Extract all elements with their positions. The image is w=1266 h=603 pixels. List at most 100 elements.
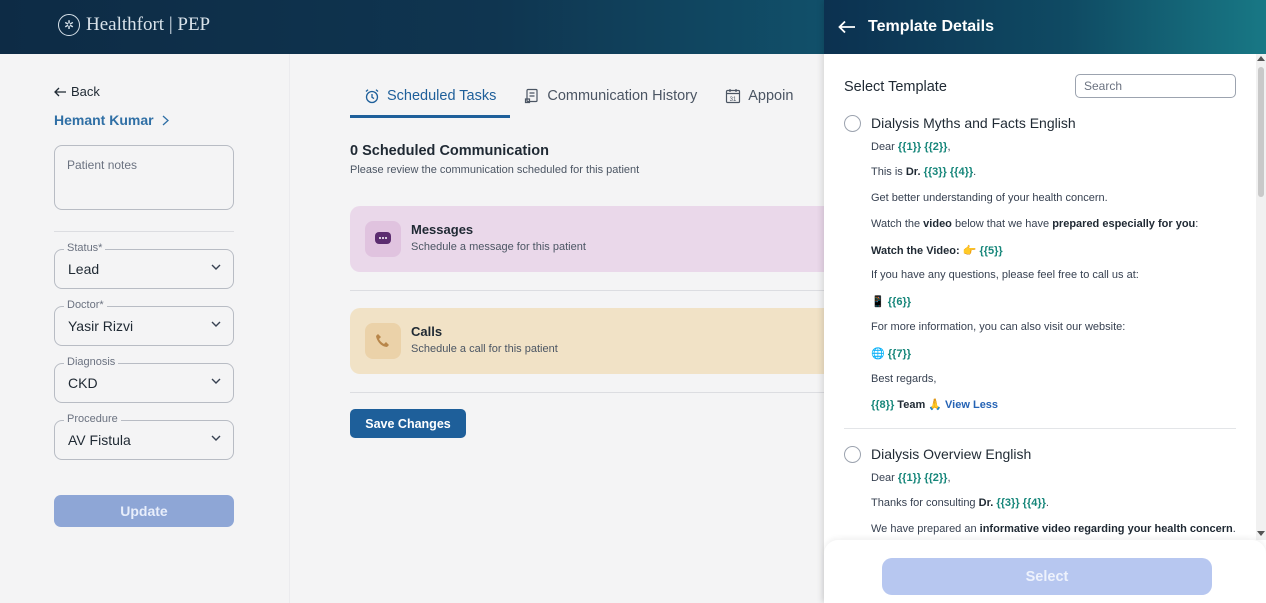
template-line: Dear {{1}} {{2}}, <box>871 141 951 153</box>
line-bold-text: Team <box>894 399 929 411</box>
template-variable: {{3}} {{4}} <box>996 497 1046 509</box>
status-value: Lead <box>68 261 100 277</box>
chevron-down-icon <box>211 321 221 327</box>
folded-hands-icon: 🙏 <box>928 399 942 411</box>
template-list: Dialysis Myths and Facts English Dear {{… <box>824 108 1256 540</box>
tab-scheduled-tasks[interactable]: Scheduled Tasks <box>350 82 511 118</box>
template-variable: {{3}} {{4}} <box>923 166 974 178</box>
messages-card[interactable]: Messages Schedule a message for this pat… <box>350 206 850 272</box>
drawer-title: Template Details <box>868 18 994 35</box>
brand-name: Healthfort | PEP <box>86 14 211 35</box>
tab-appointments[interactable]: 31 Appoin <box>711 82 807 118</box>
divider <box>350 290 850 291</box>
arrow-left-icon <box>54 87 66 96</box>
template-name: Dialysis Overview English <box>871 446 1032 462</box>
template-line: Watch the video below that we have prepa… <box>871 218 1198 230</box>
tab-label: Scheduled Tasks <box>387 88 497 104</box>
template-variable: {{1}} {{2}} <box>897 141 948 153</box>
arrow-left-icon[interactable] <box>838 20 856 34</box>
line-bold-text: Watch the Video: <box>871 245 960 257</box>
save-changes-button[interactable]: Save Changes <box>350 409 466 438</box>
scrollbar-thumb[interactable] <box>1258 67 1264 197</box>
doctor-select[interactable]: Doctor* Yasir Rizvi <box>54 299 234 346</box>
calendar-icon: 31 <box>726 89 741 104</box>
line-text: . <box>973 166 977 178</box>
doctor-label: Doctor* <box>64 299 107 311</box>
chevron-down-icon <box>211 378 221 384</box>
back-link[interactable]: Back <box>54 84 100 99</box>
template-variable: {{6}} <box>887 296 912 308</box>
history-log-icon <box>525 88 538 104</box>
divider <box>844 428 1236 429</box>
line-text: : <box>1195 218 1199 230</box>
alarm-clock-icon <box>365 89 379 104</box>
card-subtitle: Schedule a call for this patient <box>411 343 558 355</box>
line-bold-text: prepared especially for you <box>1052 218 1196 230</box>
calendar-day: 31 <box>730 97 737 103</box>
view-less-link[interactable]: View Less <box>945 399 998 411</box>
divider <box>350 392 850 393</box>
calls-card[interactable]: Calls Schedule a call for this patient <box>350 308 850 374</box>
status-select[interactable]: Status* Lead <box>54 242 234 289</box>
phone-icon <box>365 323 401 359</box>
select-button[interactable]: Select <box>882 558 1212 595</box>
chevron-down-icon <box>211 435 221 441</box>
line-text: Dear <box>871 141 898 153</box>
patient-sidebar: Back Hemant Kumar Patient notes Status* … <box>0 54 290 603</box>
procedure-label: Procedure <box>64 413 121 425</box>
tab-bar: Scheduled Tasks Communication History 31… <box>350 82 807 118</box>
line-bold-text: Dr. <box>905 166 921 178</box>
template-line: If you have any questions, please feel f… <box>871 269 1139 281</box>
search-input[interactable] <box>1075 74 1236 98</box>
line-text: Dear <box>871 472 898 484</box>
template-variable: {{5}} <box>979 245 1003 257</box>
update-button[interactable]: Update <box>54 495 234 527</box>
template-line: Thanks for consulting Dr. {{3}} {{4}}. <box>871 497 1049 509</box>
select-template-label: Select Template <box>844 79 947 95</box>
top-header: ✲ Healthfort | PEP <box>0 0 824 54</box>
line-text: . <box>1232 523 1236 535</box>
template-line: Get better understanding of your health … <box>871 192 1108 204</box>
diagnosis-value: CKD <box>68 375 98 391</box>
procedure-select[interactable]: Procedure AV Fistula <box>54 413 234 460</box>
card-subtitle: Schedule a message for this patient <box>411 241 586 253</box>
line-bold-text: Dr. <box>978 497 994 509</box>
line-text: , <box>947 141 951 153</box>
diagnosis-select[interactable]: Diagnosis CKD <box>54 356 234 403</box>
main-content: Scheduled Tasks Communication History 31… <box>290 54 850 603</box>
template-line: 📱 {{6}} <box>871 295 911 308</box>
template-variable: {{1}} {{2}} <box>897 472 948 484</box>
scroll-down-arrow-icon[interactable] <box>1257 531 1265 536</box>
template-radio[interactable] <box>844 115 861 132</box>
brand[interactable]: ✲ Healthfort | PEP <box>58 14 210 36</box>
divider <box>54 231 234 232</box>
template-line: {{8}} Team 🙏 View Less <box>871 398 998 411</box>
drawer-footer: Select <box>824 540 1266 603</box>
scroll-up-arrow-icon[interactable] <box>1257 56 1265 61</box>
chat-bubble-icon <box>365 221 401 257</box>
diagnosis-label: Diagnosis <box>64 356 119 368</box>
drawer-header: Template Details <box>824 0 1266 54</box>
tab-communication-history[interactable]: Communication History <box>510 82 711 118</box>
tab-label: Appoin <box>748 88 794 104</box>
patient-notes-textarea[interactable]: Patient notes <box>54 145 234 210</box>
card-title: Messages <box>411 222 474 237</box>
globe-icon: 🌐 <box>871 348 885 360</box>
line-text: . <box>1045 497 1049 509</box>
template-line: Best regards, <box>871 373 937 385</box>
template-variable: {{7}} <box>887 348 912 360</box>
pointing-hand-icon: 👉 <box>962 245 977 257</box>
tab-label: Communication History <box>547 88 698 104</box>
template-radio[interactable] <box>844 446 861 463</box>
mobile-phone-icon: 📱 <box>871 296 885 308</box>
status-label: Status* <box>64 242 106 254</box>
chevron-down-icon <box>211 264 221 270</box>
healthfort-logo-icon: ✲ <box>58 14 80 36</box>
line-text: Watch the <box>871 218 924 230</box>
template-line: Watch the Video: 👉 {{5}} <box>871 244 1003 257</box>
line-bold-text: video <box>923 218 952 230</box>
patient-name-link[interactable]: Hemant Kumar <box>54 112 169 128</box>
scheduled-subtitle: Please review the communication schedule… <box>350 164 640 176</box>
chevron-right-icon <box>162 115 169 125</box>
line-text: Thanks for consulting <box>871 497 979 509</box>
